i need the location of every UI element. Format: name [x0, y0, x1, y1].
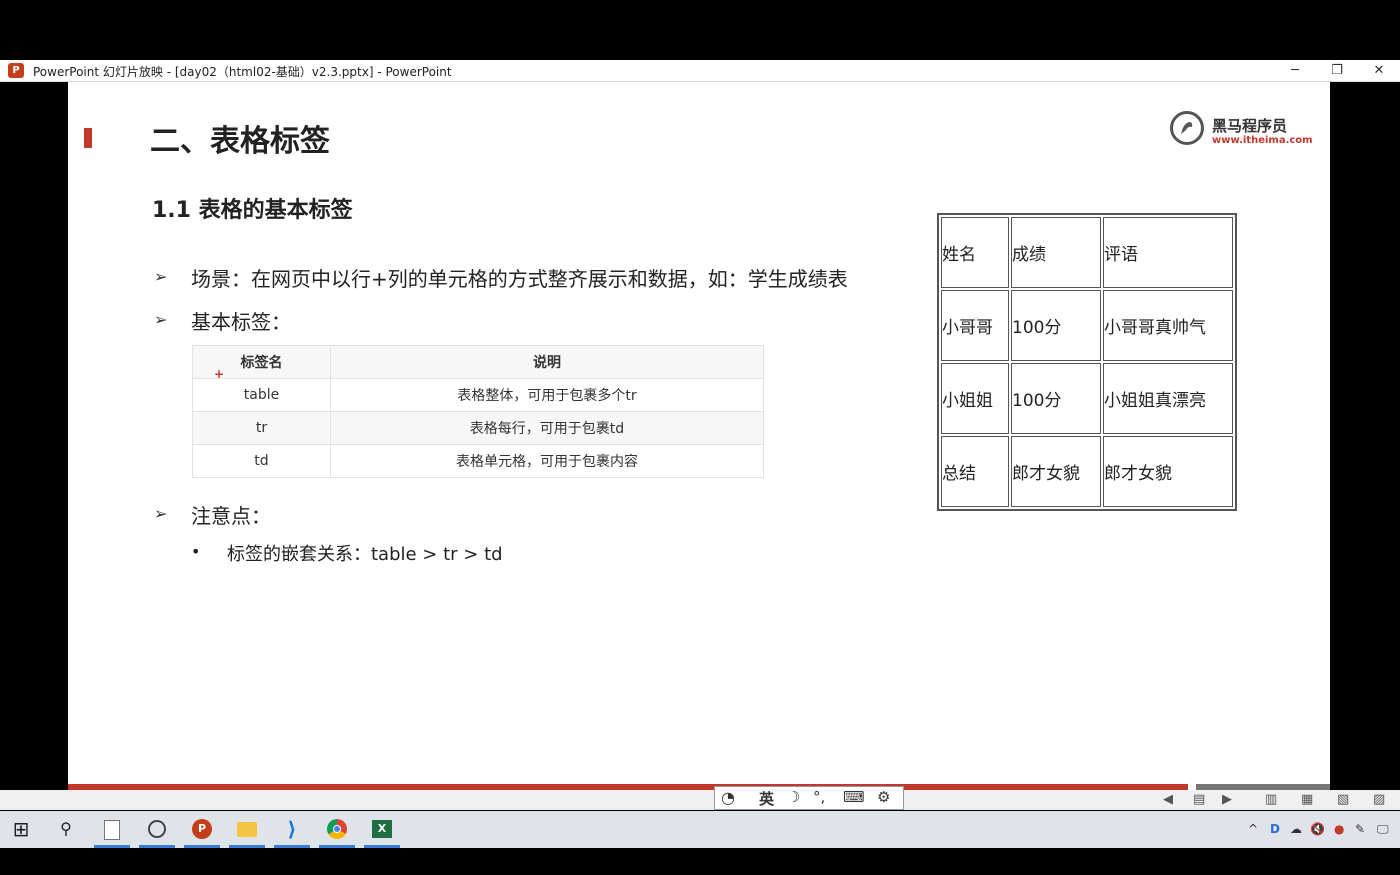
demo-table: 姓名 成绩 评语 小哥哥 100分 小哥哥真帅气 小姐姐 100分 小姐姐真漂亮…: [937, 213, 1237, 511]
window-title: PowerPoint 幻灯片放映 - [day02（html02-基础）v2.3…: [33, 65, 452, 79]
gear-icon[interactable]: ⚙: [877, 788, 890, 806]
table-row: table 表格整体，可用于包裹多个tr: [192, 378, 764, 412]
slide-sorter-icon[interactable]: ▦: [1301, 792, 1313, 807]
search-icon[interactable]: ⚲: [55, 818, 77, 840]
title-accent-mark: [84, 128, 92, 148]
slideshow-status-bar: ◀ ▤ ▶ ▥ ▦ ▧ ▨: [0, 790, 1400, 810]
slide-title: 二、表格标签: [150, 124, 330, 159]
active-app-indicator: [229, 845, 265, 848]
active-app-indicator: [94, 845, 130, 848]
taskbar: ⊞ ⚲ P ⟩ X ^ D ☁ 🔇 ● ✎ 🖵: [0, 811, 1400, 848]
table-cell: 表格单元格，可用于包裹内容: [330, 444, 764, 478]
ime-mode-toggle[interactable]: 英: [759, 788, 774, 809]
vscode-icon[interactable]: ⟩: [281, 818, 303, 840]
table-cell: 郎才女貌: [1103, 436, 1233, 507]
logo-name: 黑马程序员: [1212, 117, 1288, 135]
table-cell: 小姐姐: [941, 363, 1009, 434]
plus-mark: +: [214, 367, 225, 381]
volume-muted-icon[interactable]: 🔇: [1310, 822, 1325, 836]
table-cell: 总结: [941, 436, 1009, 507]
normal-view-icon[interactable]: ▥: [1265, 792, 1277, 807]
tray-overflow-icon[interactable]: ^: [1248, 822, 1258, 836]
sub-bullet-dot: •: [191, 542, 201, 561]
browser-alt-icon[interactable]: [146, 818, 168, 840]
logo-url: www.itheima.com: [1212, 135, 1313, 146]
chrome-icon[interactable]: [326, 818, 348, 840]
table-row: 总结 郎才女貌 郎才女貌: [941, 436, 1233, 507]
moon-icon[interactable]: ☽: [787, 788, 800, 806]
table-row: td 表格单元格，可用于包裹内容: [192, 444, 764, 478]
active-app-indicator: [364, 845, 400, 848]
horse-logo-icon: [1170, 111, 1204, 145]
excel-icon[interactable]: X: [371, 818, 393, 840]
table-cell: 表格整体，可用于包裹多个tr: [330, 378, 764, 412]
table-header-row: 标签名 说明: [192, 345, 764, 379]
active-app-indicator: [274, 845, 310, 848]
display-icon[interactable]: 🖵: [1377, 822, 1389, 837]
cloud-icon[interactable]: ☁: [1290, 822, 1302, 836]
table-cell: 小哥哥真帅气: [1103, 290, 1233, 361]
active-app-indicator: [139, 845, 175, 848]
active-app-indicator: [319, 845, 355, 848]
bullet-arrow-icon: ➢: [154, 504, 168, 523]
table-cell: 100分: [1011, 290, 1101, 361]
powerpoint-app-icon: P: [8, 63, 24, 78]
windows-start-icon[interactable]: ⊞: [10, 818, 32, 840]
table-cell: tr: [192, 411, 331, 445]
bullet-arrow-icon: ➢: [154, 310, 168, 329]
restore-button[interactable]: ❐: [1316, 60, 1358, 81]
minimize-button[interactable]: ─: [1274, 60, 1316, 81]
bullet-notes: 注意点：: [191, 504, 271, 528]
table-cell: 小哥哥: [941, 290, 1009, 361]
table-cell: 100分: [1011, 363, 1101, 434]
notes-icon[interactable]: ▤: [1193, 792, 1205, 807]
powerpoint-icon[interactable]: P: [191, 818, 213, 840]
window-title-bar: P PowerPoint 幻灯片放映 - [day02（html02-基础）v2…: [0, 60, 1400, 82]
table-header: 说明: [330, 345, 764, 379]
table-cell: 成绩: [1011, 217, 1101, 288]
table-cell: 评语: [1103, 217, 1233, 288]
bullet-basic-tags: 基本标签：: [191, 310, 291, 334]
table-cell: 郎才女貌: [1011, 436, 1101, 507]
table-row: 小哥哥 100分 小哥哥真帅气: [941, 290, 1233, 361]
ime-toolbar: ◔ 英 ☽ °, ⌨ ⚙: [714, 786, 904, 810]
table-row: 姓名 成绩 评语: [941, 217, 1233, 288]
sub-bullet-nesting: 标签的嵌套关系：table > tr > td: [227, 544, 503, 565]
slideshow-view-icon[interactable]: ▨: [1373, 792, 1385, 807]
bullet-arrow-icon: ➢: [154, 267, 168, 286]
keyboard-icon[interactable]: ⌨: [843, 788, 865, 806]
table-row: 小姐姐 100分 小姐姐真漂亮: [941, 363, 1233, 434]
active-app-indicator: [184, 845, 220, 848]
file-icon[interactable]: [101, 818, 123, 840]
table-cell: 表格每行，可用于包裹td: [330, 411, 764, 445]
tray-app-icon[interactable]: D: [1270, 822, 1280, 836]
slide-subtitle: 1.1 表格的基本标签: [152, 198, 353, 223]
table-cell: 小姐姐真漂亮: [1103, 363, 1233, 434]
tray-record-icon[interactable]: ●: [1334, 822, 1344, 836]
close-button[interactable]: ✕: [1358, 60, 1400, 81]
slide-canvas[interactable]: 二、表格标签 黑马程序员 www.itheima.com 1.1 表格的基本标签…: [68, 82, 1330, 790]
folder-icon[interactable]: [236, 818, 258, 840]
bullet-scenario: 场景：在网页中以行+列的单元格的方式整齐展示和数据，如：学生成绩表: [191, 267, 848, 291]
next-slide-icon[interactable]: ▶: [1222, 792, 1232, 807]
table-row: tr 表格每行，可用于包裹td: [192, 411, 764, 445]
table-cell: 姓名: [941, 217, 1009, 288]
tag-table: 标签名 说明 table 表格整体，可用于包裹多个tr tr 表格每行，可用于包…: [192, 345, 764, 478]
table-cell: table: [192, 378, 331, 412]
ime-logo-icon[interactable]: ◔: [721, 788, 735, 807]
punctuation-icon[interactable]: °,: [813, 788, 825, 806]
table-cell: td: [192, 444, 331, 478]
reading-view-icon[interactable]: ▧: [1337, 792, 1349, 807]
tray-pen-icon[interactable]: ✎: [1355, 822, 1365, 836]
previous-slide-icon[interactable]: ◀: [1163, 792, 1173, 807]
